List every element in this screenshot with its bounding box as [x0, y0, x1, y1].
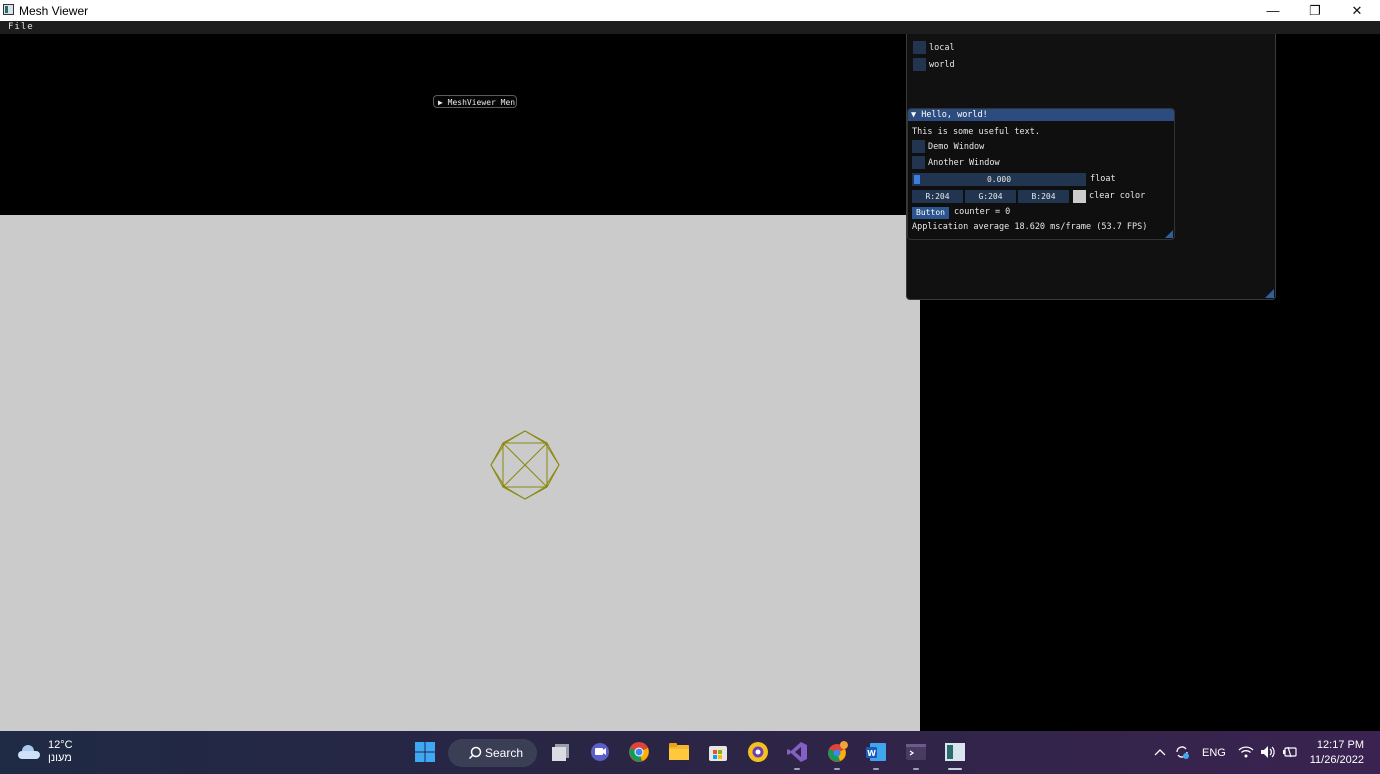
- another-window-row[interactable]: Another Window: [912, 156, 1000, 169]
- window-title: Mesh Viewer: [19, 4, 89, 18]
- battery-icon[interactable]: [1282, 745, 1298, 759]
- meshviewer-menu-title: MeshViewer Men: [447, 98, 516, 107]
- mesh-edge-5: [546, 442, 560, 466]
- demo-window-checkbox[interactable]: [912, 140, 925, 153]
- mesh-edge-4: [490, 464, 504, 488]
- demo-window-label: Demo Window: [928, 141, 985, 152]
- wireframe-mesh: [490, 430, 560, 500]
- demo-window-row[interactable]: Demo Window: [912, 140, 984, 153]
- mesh-edge-6: [546, 464, 560, 488]
- menu-bar: File: [0, 21, 1380, 34]
- world-label: world: [929, 59, 955, 70]
- cloud-icon: [18, 745, 40, 759]
- slider-value: 0.000: [986, 175, 1012, 184]
- search-icon: [468, 746, 482, 760]
- search-label: Search: [485, 746, 524, 760]
- running-indicator: [873, 768, 879, 770]
- fps-text: Application average 18.620 ms/frame (53.…: [912, 222, 1148, 232]
- chrome-profile-icon[interactable]: [826, 741, 848, 763]
- clock[interactable]: 12:17 PM 11/26/2022: [1306, 738, 1364, 768]
- browser-icon[interactable]: [747, 741, 769, 763]
- world-checkbox-row[interactable]: world: [913, 58, 955, 71]
- minimize-button[interactable]: —: [1252, 0, 1294, 21]
- world-checkbox[interactable]: [913, 58, 926, 71]
- show-hidden-icons-chevron-icon[interactable]: [1154, 747, 1166, 757]
- wifi-icon[interactable]: [1238, 745, 1254, 759]
- mesh-canvas: [490, 430, 560, 500]
- teams-chat-icon[interactable]: [589, 741, 611, 763]
- hello-window-header[interactable]: ▼ Hello, world!: [908, 109, 1174, 121]
- volume-icon[interactable]: [1260, 745, 1276, 759]
- clock-time: 12:17 PM: [1316, 739, 1364, 751]
- sync-icon[interactable]: [1174, 744, 1190, 760]
- weather-widget[interactable]: 12°C מעונן: [18, 739, 73, 765]
- mesh-edge-2: [524, 430, 548, 444]
- float-slider[interactable]: 0.000: [912, 173, 1086, 186]
- useful-text: This is some useful text.: [912, 127, 1040, 137]
- running-indicator: [913, 768, 919, 770]
- panel-resize-grip[interactable]: [1265, 289, 1274, 298]
- language-indicator[interactable]: ENG: [1202, 731, 1226, 774]
- expand-arrow-icon[interactable]: ▶: [438, 98, 443, 107]
- maximize-button[interactable]: ❐: [1294, 0, 1336, 21]
- running-indicator: [834, 768, 840, 770]
- mesh-edge-8: [524, 486, 548, 500]
- file-explorer-icon[interactable]: [668, 741, 690, 763]
- mesh-viewer-app-icon[interactable]: [944, 741, 966, 763]
- windows-start-icon[interactable]: [414, 741, 436, 763]
- store-icon[interactable]: [707, 741, 729, 763]
- menu-file[interactable]: File: [8, 21, 34, 34]
- another-window-checkbox[interactable]: [912, 156, 925, 169]
- title-bar: Mesh Viewer — ❐ ✕: [0, 0, 1380, 21]
- running-indicator: [794, 768, 800, 770]
- taskbar-search[interactable]: Search: [448, 739, 537, 767]
- another-window-label: Another Window: [928, 157, 1000, 168]
- taskbar: 12°C מעונן Search W ENG 12:17 PM 11/26/2…: [0, 731, 1380, 774]
- mesh-edge-7: [502, 486, 526, 500]
- svg-text:W: W: [867, 749, 876, 758]
- hello-world-window[interactable]: ▼ Hello, world! This is some useful text…: [907, 108, 1175, 240]
- render-viewport[interactable]: [0, 215, 920, 731]
- weather-desc: מעונן: [48, 752, 72, 764]
- color-b-field[interactable]: B:204: [1018, 190, 1069, 203]
- clear-color-swatch[interactable]: [1073, 190, 1086, 203]
- color-g-field[interactable]: G:204: [965, 190, 1016, 203]
- app-icon: [3, 4, 14, 15]
- color-r-field[interactable]: R:204: [912, 190, 963, 203]
- weather-temp: 12°C: [48, 739, 73, 751]
- word-icon[interactable]: W: [865, 741, 887, 763]
- task-view-icon[interactable]: [550, 741, 572, 763]
- chrome-icon[interactable]: [628, 741, 650, 763]
- active-indicator: [948, 768, 962, 770]
- local-label: local: [929, 42, 955, 53]
- slider-label: float: [1090, 174, 1116, 184]
- close-button[interactable]: ✕: [1336, 0, 1378, 21]
- visual-studio-icon[interactable]: [786, 741, 808, 763]
- local-checkbox-row[interactable]: local: [913, 41, 955, 54]
- counter-text: counter = 0: [954, 207, 1011, 217]
- clear-color-label: clear color: [1089, 191, 1146, 201]
- counter-button[interactable]: Button: [912, 207, 949, 219]
- clock-date: 11/26/2022: [1309, 754, 1364, 766]
- local-checkbox[interactable]: [913, 41, 926, 54]
- terminal-icon[interactable]: [905, 741, 927, 763]
- mesh-edge-3: [490, 442, 504, 466]
- hello-window-title: Hello, world!: [921, 110, 988, 120]
- meshviewer-menu-window[interactable]: ▶ MeshViewer Men: [433, 95, 517, 108]
- hello-window-resize-grip[interactable]: [1165, 230, 1173, 238]
- collapse-arrow-icon[interactable]: ▼: [911, 110, 916, 120]
- mesh-edge-1: [502, 430, 526, 444]
